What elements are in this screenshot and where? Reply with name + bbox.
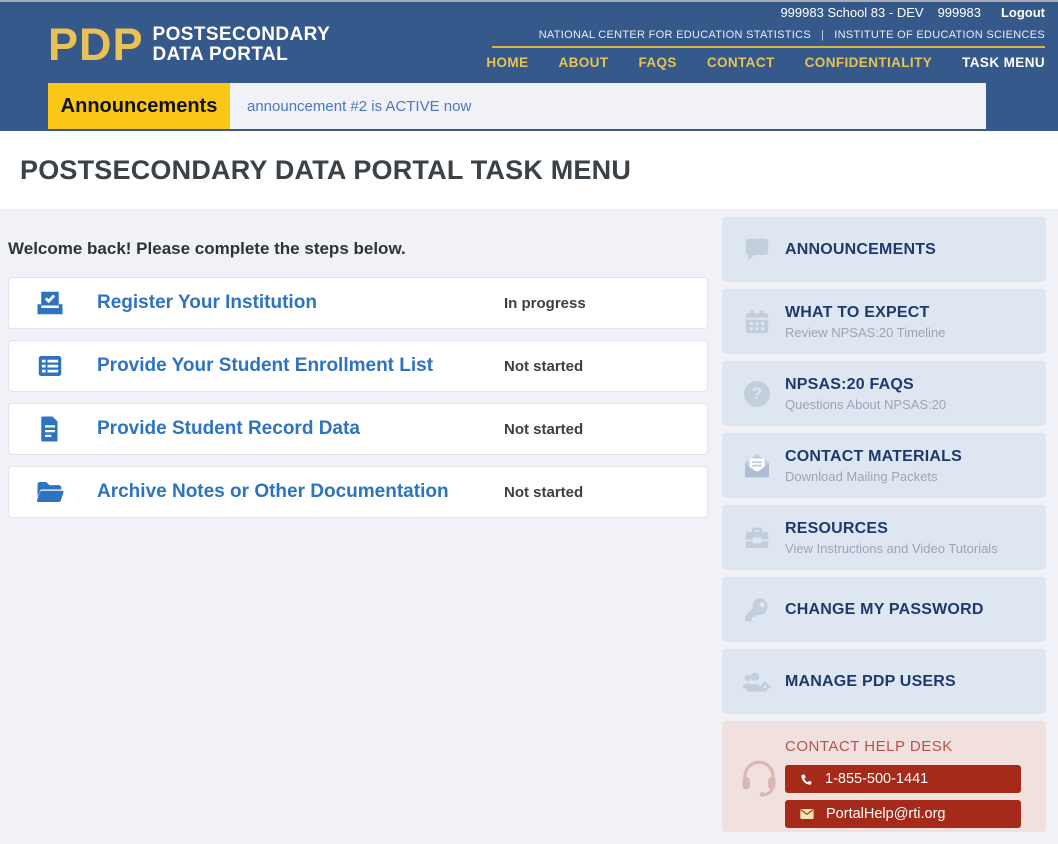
agency-ies: INSTITUTE OF EDUCATION SCIENCES [834, 29, 1045, 41]
pdp-logo-text: POSTSECONDARY DATA PORTAL [152, 24, 331, 66]
sidebar-item-label: NPSAS:20 FAQS [785, 375, 914, 393]
help-desk-email-button[interactable]: PortalHelp@rti.org [785, 800, 1021, 828]
nav-faqs[interactable]: FAQS [638, 55, 676, 70]
key-icon [741, 594, 773, 626]
site-header: 999983 School 83 - DEV 999983 Logout PDP… [0, 2, 1058, 131]
task-register-institution[interactable]: Register Your Institution In progress [8, 277, 708, 329]
nav-confidentiality[interactable]: CONFIDENTIALITY [805, 55, 933, 70]
task-title: Archive Notes or Other Documentation [97, 481, 449, 502]
task-title: Register Your Institution [97, 292, 317, 313]
announcements-bar-label[interactable]: Announcements [48, 83, 230, 129]
agency-separator: | [821, 29, 825, 41]
announcements-bar: Announcements announcement #2 is ACTIVE … [48, 83, 986, 129]
help-desk-phone-button[interactable]: 1-855-500-1441 [785, 765, 1021, 793]
title-band: POSTSECONDARY DATA PORTAL TASK MENU [0, 131, 1058, 209]
sidebar-item-label: MANAGE PDP USERS [785, 672, 956, 690]
phone-icon [801, 773, 812, 785]
account-topbar: 999983 School 83 - DEV 999983 Logout [0, 2, 1058, 23]
task-enrollment-list[interactable]: Provide Your Student Enrollment List Not… [8, 340, 708, 392]
users-gear-icon [741, 666, 773, 698]
header-right: NATIONAL CENTER FOR EDUCATION STATISTICS… [486, 29, 1045, 70]
agency-nces: NATIONAL CENTER FOR EDUCATION STATISTICS [538, 29, 812, 41]
help-desk-panel: CONTACT HELP DESK 1-855-500-1441 PortalH… [722, 721, 1046, 832]
task-status: Not started [504, 357, 584, 375]
welcome-text: Welcome back! Please complete the steps … [8, 239, 406, 258]
page-title: POSTSECONDARY DATA PORTAL TASK MENU [20, 154, 632, 185]
nav-home[interactable]: HOME [486, 55, 528, 70]
sidebar-item-manage-users[interactable]: MANAGE PDP USERS [722, 649, 1046, 714]
ballot-check-icon [37, 291, 63, 315]
pdp-logo-acronym: PDP [48, 19, 144, 71]
sidebar-item-label: ANNOUNCEMENTS [785, 240, 937, 258]
nav-divider [492, 46, 1045, 48]
help-desk-phone: 1-855-500-1441 [825, 771, 929, 787]
sidebar-item-subtitle: Download Mailing Packets [785, 468, 938, 484]
sidebar: ANNOUNCEMENTS WHAT TO EXPECT Review NPSA… [722, 209, 1046, 832]
announcement-message: announcement #2 is ACTIVE now [230, 83, 986, 129]
sidebar-item-resources[interactable]: RESOURCES View Instructions and Video Tu… [722, 505, 1046, 570]
sidebar-item-subtitle: Review NPSAS:20 Timeline [785, 324, 946, 340]
calendar-icon [741, 306, 773, 338]
brand-row: PDP POSTSECONDARY DATA PORTAL NATIONAL C… [0, 19, 1058, 83]
sidebar-item-faqs[interactable]: ? NPSAS:20 FAQS Questions About NPSAS:20 [722, 361, 1046, 426]
comment-icon [741, 234, 773, 266]
nav-about[interactable]: ABOUT [558, 55, 608, 70]
task-status: Not started [504, 483, 584, 501]
task-title: Provide Your Student Enrollment List [97, 355, 434, 376]
toolbox-icon [741, 522, 773, 554]
sidebar-item-label: RESOURCES [785, 519, 889, 537]
main-nav: HOME ABOUT FAQS CONTACT CONFIDENTIALITY … [486, 55, 1045, 70]
task-status: Not started [504, 420, 584, 438]
sidebar-item-label: WHAT TO EXPECT [785, 303, 930, 321]
task-student-record-data[interactable]: Provide Student Record Data Not started [8, 403, 708, 455]
table-list-icon [38, 356, 62, 376]
headset-icon [742, 760, 776, 797]
sidebar-item-what-to-expect[interactable]: WHAT TO EXPECT Review NPSAS:20 Timeline [722, 289, 1046, 354]
school-name: 999983 School 83 - DEV [780, 5, 924, 20]
sidebar-item-contact-materials[interactable]: CONTACT MATERIALS Download Mailing Packe… [722, 433, 1046, 498]
task-list: Welcome back! Please complete the steps … [8, 209, 708, 529]
envelope-open-icon [741, 450, 773, 482]
help-desk-title: CONTACT HELP DESK [785, 738, 953, 755]
user-id: 999983 [937, 5, 981, 20]
file-lines-icon [41, 416, 58, 442]
content: Welcome back! Please complete the steps … [0, 209, 1058, 832]
sidebar-item-subtitle: Questions About NPSAS:20 [785, 396, 947, 412]
question-circle-icon: ? [741, 378, 773, 410]
help-desk-email: PortalHelp@rti.org [826, 806, 946, 822]
task-archive-notes[interactable]: Archive Notes or Other Documentation Not… [8, 466, 708, 518]
sidebar-item-label: CONTACT MATERIALS [785, 447, 963, 465]
sidebar-item-announcements[interactable]: ANNOUNCEMENTS [722, 217, 1046, 282]
sidebar-item-subtitle: View Instructions and Video Tutorials [785, 540, 998, 556]
task-status: In progress [504, 294, 586, 312]
envelope-icon [800, 809, 814, 819]
task-title: Provide Student Record Data [97, 418, 360, 439]
agency-line: NATIONAL CENTER FOR EDUCATION STATISTICS… [539, 29, 1045, 41]
nav-contact[interactable]: CONTACT [707, 55, 775, 70]
logout-link[interactable]: Logout [1001, 5, 1045, 20]
nav-task-menu[interactable]: TASK MENU [962, 55, 1045, 70]
sidebar-item-change-password[interactable]: CHANGE MY PASSWORD [722, 577, 1046, 642]
sidebar-item-label: CHANGE MY PASSWORD [785, 600, 984, 618]
folder-open-icon [36, 482, 64, 502]
pdp-logo[interactable]: PDP POSTSECONDARY DATA PORTAL [48, 19, 331, 71]
